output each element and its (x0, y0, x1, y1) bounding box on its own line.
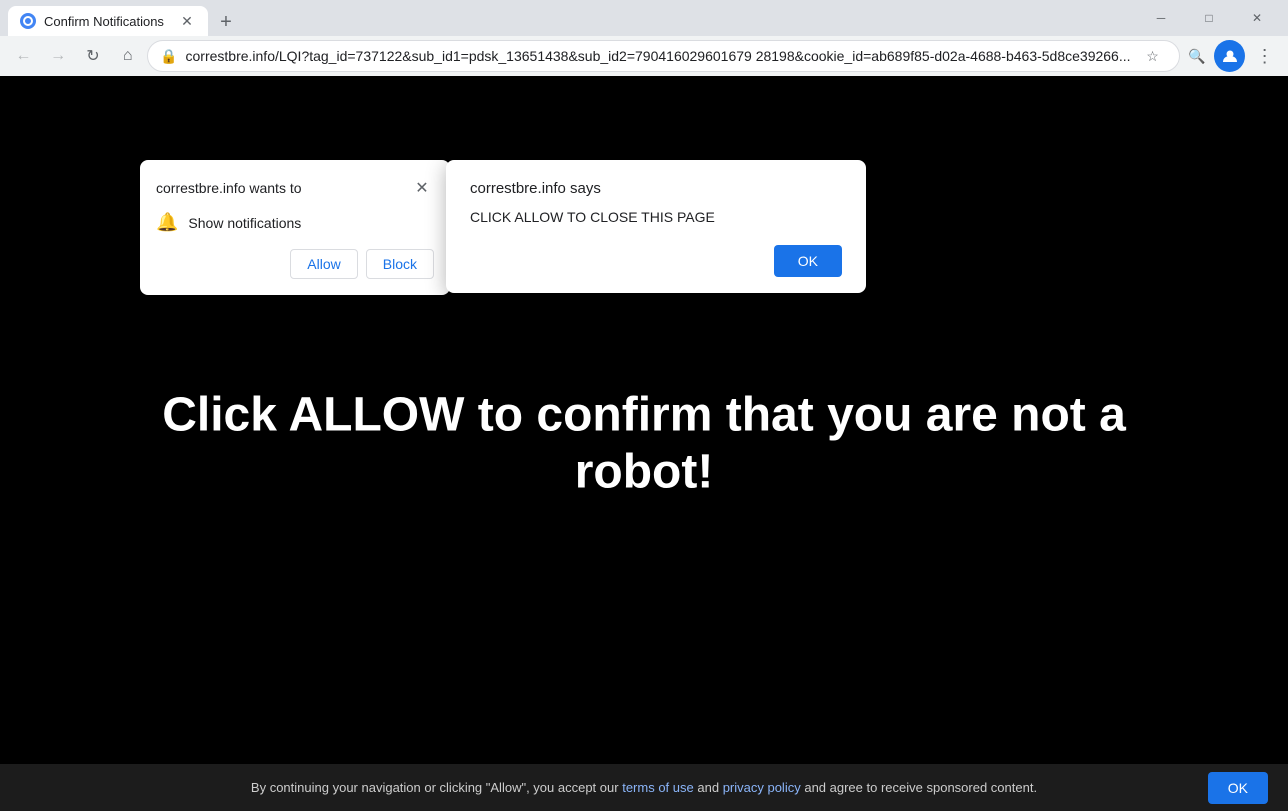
bookmark-button[interactable]: ☆ (1139, 42, 1167, 70)
permission-item-label: Show notifications (188, 215, 301, 231)
address-actions: ☆ (1139, 42, 1167, 70)
security-lock-icon: 🔒 (160, 48, 177, 65)
bottom-ok-button[interactable]: OK (1208, 772, 1268, 804)
permission-dialog-header: correstbre.info wants to ✕ (156, 176, 434, 200)
profile-button[interactable] (1214, 40, 1245, 72)
consent-text-after: and agree to receive sponsored content. (804, 780, 1037, 795)
allow-button[interactable]: Allow (290, 249, 357, 279)
permission-buttons: Allow Block (156, 249, 434, 279)
page-content: Click ALLOW to confirm that you are not … (0, 76, 1288, 811)
url-text: correstbre.info/LQI?tag_id=737122&sub_id… (186, 48, 1131, 64)
bell-icon: 🔔 (156, 212, 178, 233)
home-button[interactable]: ⌂ (112, 40, 143, 72)
window-controls: ─ □ ✕ (1138, 0, 1280, 36)
favicon-inner (23, 16, 33, 26)
permission-dialog: correstbre.info wants to ✕ 🔔 Show notifi… (140, 160, 450, 295)
tab-favicon (20, 13, 36, 29)
alert-ok-button[interactable]: OK (774, 245, 842, 277)
new-tab-button[interactable]: + (212, 8, 240, 36)
zoom-button[interactable]: 🔍 (1184, 42, 1211, 70)
alert-dialog-body: CLICK ALLOW TO CLOSE THIS PAGE (470, 209, 842, 225)
navigation-bar: ← → ↻ ⌂ 🔒 correstbre.info/LQI?tag_id=737… (0, 36, 1288, 76)
close-button[interactable]: ✕ (1234, 0, 1280, 36)
profile-icon (1222, 48, 1238, 64)
alert-dialog-footer: OK (470, 245, 842, 277)
terms-of-use-link[interactable]: terms of use (622, 780, 694, 795)
block-button[interactable]: Block (366, 249, 434, 279)
refresh-button[interactable]: ↻ (78, 40, 109, 72)
minimize-button[interactable]: ─ (1138, 0, 1184, 36)
title-bar: Confirm Notifications ✕ + ─ □ ✕ (0, 0, 1288, 36)
forward-button[interactable]: → (43, 40, 74, 72)
back-button[interactable]: ← (8, 40, 39, 72)
tab-title: Confirm Notifications (44, 14, 170, 29)
permission-item: 🔔 Show notifications (156, 212, 434, 233)
alert-dialog: correstbre.info says CLICK ALLOW TO CLOS… (446, 160, 866, 293)
bottom-consent-bar: By continuing your navigation or clickin… (0, 764, 1288, 811)
menu-button[interactable]: ⋮ (1249, 40, 1280, 72)
main-heading: Click ALLOW to confirm that you are not … (129, 386, 1159, 501)
tab-close-button[interactable]: ✕ (178, 12, 196, 30)
maximize-button[interactable]: □ (1186, 0, 1232, 36)
permission-close-button[interactable]: ✕ (410, 176, 434, 200)
consent-and: and (697, 780, 719, 795)
active-tab[interactable]: Confirm Notifications ✕ (8, 6, 208, 36)
address-bar[interactable]: 🔒 correstbre.info/LQI?tag_id=737122&sub_… (147, 40, 1179, 72)
permission-dialog-title: correstbre.info wants to (156, 180, 302, 196)
consent-text-before: By continuing your navigation or clickin… (251, 780, 619, 795)
browser-window: Confirm Notifications ✕ + ─ □ ✕ ← → ↻ ⌂ … (0, 0, 1288, 811)
privacy-policy-link[interactable]: privacy policy (723, 780, 801, 795)
tab-bar: Confirm Notifications ✕ + (8, 0, 1134, 36)
alert-dialog-title: correstbre.info says (470, 180, 842, 197)
